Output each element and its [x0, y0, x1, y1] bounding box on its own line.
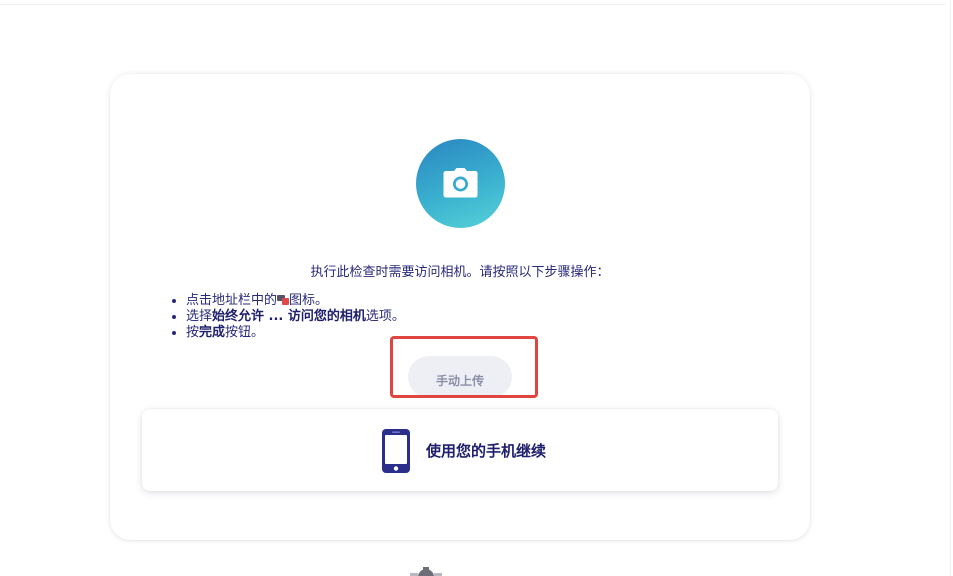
step3-suffix: 按钮。: [225, 325, 265, 340]
continue-on-phone-option[interactable]: 使用您的手机继续: [142, 409, 778, 491]
step1-suffix: 图标。: [289, 293, 329, 308]
step1-prefix: 点击地址栏中的: [186, 293, 278, 308]
step3-prefix: 按: [186, 325, 200, 340]
list-item: 选择始终允许 ... 访问您的相机选项。: [186, 309, 405, 325]
camera-badge: [416, 139, 505, 228]
continue-on-phone-label: 使用您的手机继续: [426, 442, 547, 460]
camera-icon: [443, 168, 478, 198]
permission-steps-list: 点击地址栏中的图标。 选择始终允许 ... 访问您的相机选项。 按完成按钮。: [165, 293, 405, 341]
step2-suffix: 选项。: [365, 309, 405, 324]
camera-permission-card: 执行此检查时需要访问相机。请按照以下步骤操作： 点击地址栏中的图标。 选择始终允…: [110, 74, 810, 540]
smartphone-icon: [382, 429, 410, 473]
list-item: 点击地址栏中的图标。: [186, 293, 405, 309]
permission-instruction: 执行此检查时需要访问相机。请按照以下步骤操作：: [310, 265, 610, 280]
camera-permission-icon: [277, 294, 290, 305]
step3-emphasis: 完成: [199, 325, 226, 340]
list-item: 按完成按钮。: [186, 325, 405, 341]
top-divider: [0, 4, 945, 5]
page-scrollbar-track: [950, 0, 951, 576]
manual-upload-button[interactable]: 手动上传: [408, 356, 512, 398]
logo-icon: [410, 567, 442, 576]
step2-prefix: 选择: [186, 309, 213, 324]
step2-emphasis: 始终允许 ... 访问您的相机: [212, 309, 366, 324]
